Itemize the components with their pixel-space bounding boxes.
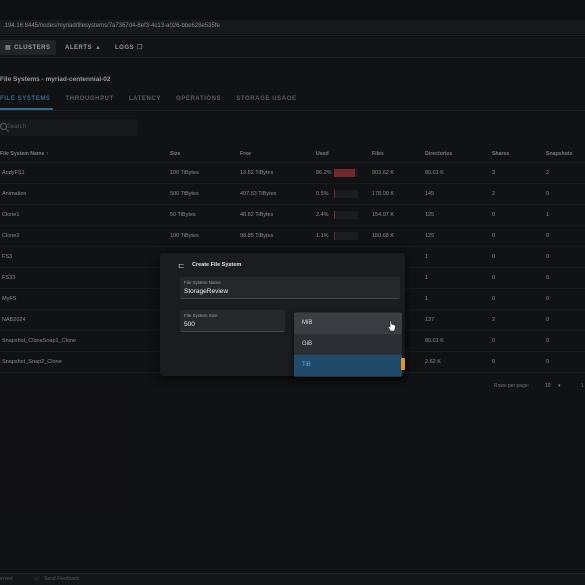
footer: erved ▭ Send Feedback — [0, 573, 585, 585]
hand-cursor-icon — [387, 320, 396, 332]
filesystem-name-value[interactable]: StorageReview — [184, 288, 228, 295]
feedback-icon[interactable]: ▭ — [34, 576, 39, 582]
side-marker — [401, 358, 405, 370]
filesystem-tree-icon: ⊏ — [178, 261, 185, 270]
unit-option-tib[interactable]: TiB — [294, 355, 402, 376]
send-feedback-link[interactable]: Send Feedback — [44, 576, 79, 582]
filesystem-name-field[interactable]: File System Name StorageReview — [180, 277, 400, 299]
unit-option-mib[interactable]: MiB — [294, 313, 402, 334]
footer-copyright: erved — [0, 576, 13, 582]
size-unit-dropdown[interactable]: MiB GiB TiB — [294, 312, 402, 377]
filesystem-size-label: File System Size — [184, 313, 218, 318]
unit-option-gib[interactable]: GiB — [294, 334, 402, 355]
dialog-title: Create File System — [192, 262, 242, 268]
filesystem-size-value[interactable]: 500 — [184, 321, 195, 328]
filesystem-size-field[interactable]: File System Size 500 — [180, 310, 285, 332]
filesystem-name-label: File System Name — [184, 280, 221, 285]
